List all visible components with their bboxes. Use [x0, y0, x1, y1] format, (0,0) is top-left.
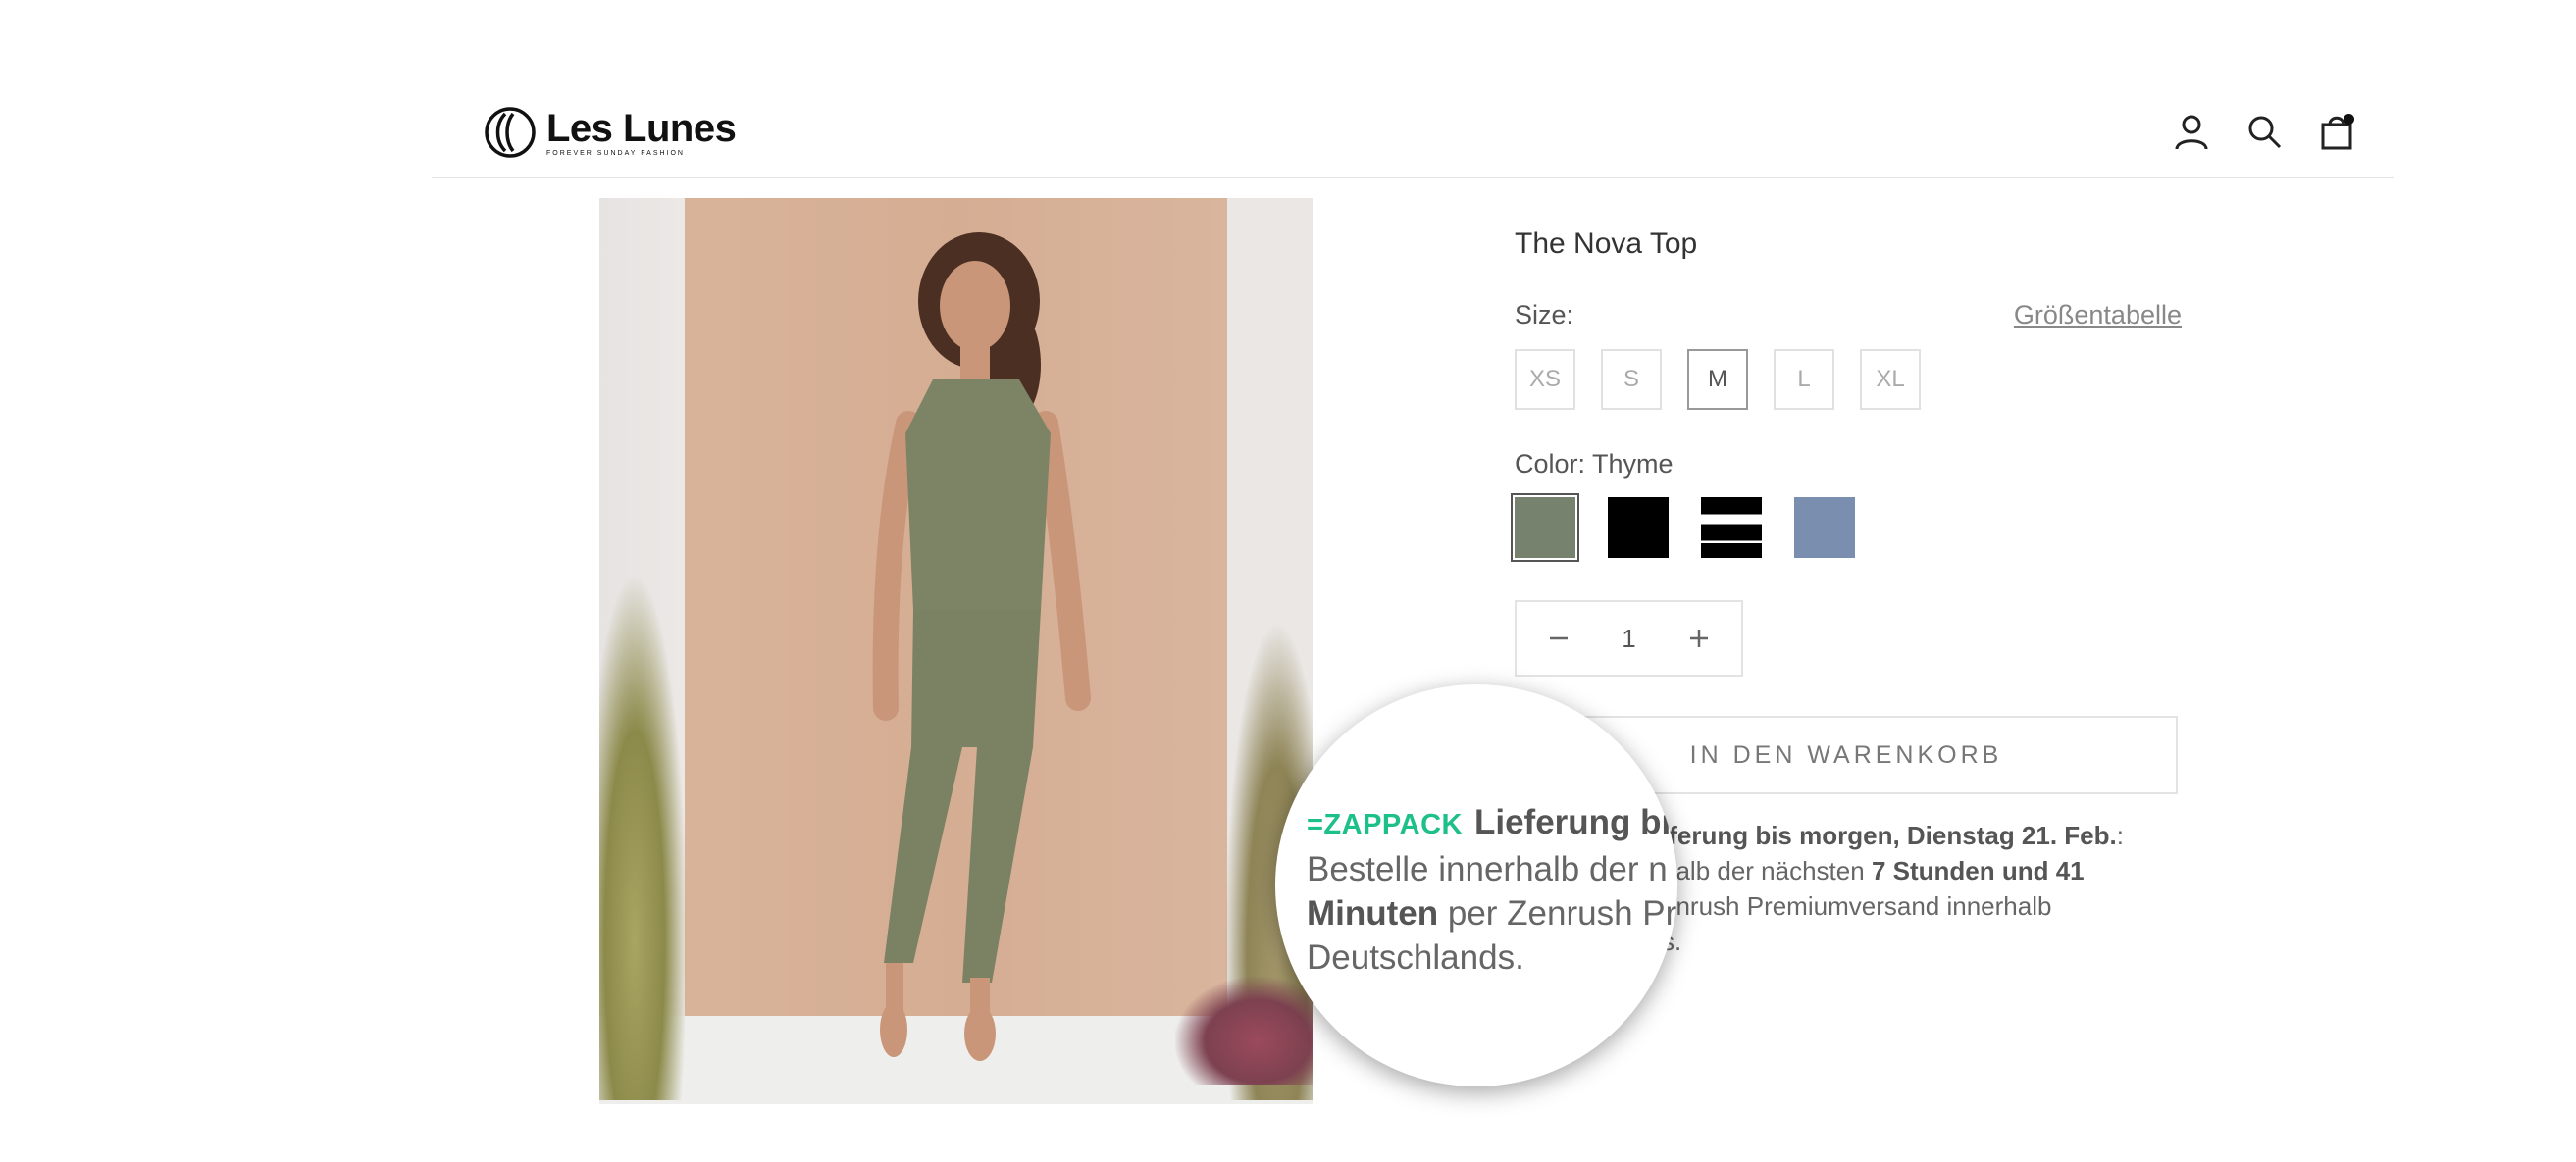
- color-swatches: [1511, 493, 1855, 562]
- site-header: Les Lunes FOREVER SUNDAY FASHION: [432, 98, 2394, 178]
- size-option-xs[interactable]: XS: [1515, 349, 1575, 410]
- size-option-xl[interactable]: XL: [1860, 349, 1921, 410]
- model-figure: [872, 232, 1091, 1061]
- color-swatch-stripe[interactable]: [1701, 497, 1762, 558]
- magnifier-line4: Deutschlands.: [1307, 938, 1524, 977]
- logo[interactable]: Les Lunes FOREVER SUNDAY FASHION: [484, 106, 737, 159]
- color-label: Color: Thyme: [1515, 449, 1674, 479]
- delivery-line3: enrush Premiumversand innerhalb: [1662, 891, 2052, 921]
- zappack-logo: =ZAPPACK: [1307, 809, 1463, 840]
- color-swatch-blue[interactable]: [1794, 497, 1855, 558]
- size-options: XS S M L XL: [1515, 349, 1921, 410]
- product-image[interactable]: [599, 198, 1313, 1104]
- magnifier-lens: =ZAPPACK Lieferung bis Bestelle innerhalb…: [1275, 684, 1677, 1086]
- plus-icon: [1690, 630, 1708, 647]
- size-option-s[interactable]: S: [1601, 349, 1662, 410]
- delivery-line4: s.: [1662, 927, 1682, 956]
- color-swatch-black[interactable]: [1608, 497, 1669, 558]
- color-swatch-thyme[interactable]: [1511, 493, 1579, 562]
- logo-name: Les Lunes: [546, 106, 737, 150]
- delivery-time: 7 Stunden und 41: [1871, 856, 2085, 885]
- logo-mark-icon: [485, 107, 536, 158]
- delivery-colon: :: [2116, 821, 2124, 850]
- account-icon[interactable]: [2172, 112, 2211, 151]
- logo-tagline: FOREVER SUNDAY FASHION: [546, 149, 685, 157]
- size-label: Size:: [1515, 300, 1574, 329]
- increase-quantity-button[interactable]: [1686, 626, 1712, 651]
- magnifier-headline: Lieferung bis: [1473, 803, 1677, 841]
- delivery-line2: halb der nächsten: [1662, 856, 1872, 885]
- magnifier-minutes: Minuten: [1307, 894, 1439, 933]
- size-chart-link[interactable]: Größentabelle: [2014, 300, 2182, 330]
- product-title: The Nova Top: [1515, 227, 1698, 260]
- search-icon[interactable]: [2244, 112, 2284, 151]
- magnifier-line3: per Zenrush Pre: [1438, 894, 1677, 933]
- size-option-m[interactable]: M: [1687, 349, 1748, 410]
- quantity-value[interactable]: 1: [1622, 624, 1635, 654]
- delivery-date: iferung bis morgen, Dienstag 21. Feb.: [1662, 821, 2117, 850]
- size-option-l[interactable]: L: [1774, 349, 1834, 410]
- delivery-info: iferung bis morgen, Dienstag 21. Feb.: h…: [1662, 818, 2191, 959]
- minus-icon: [1550, 636, 1568, 640]
- quantity-stepper: 1: [1515, 600, 1743, 677]
- cart-badge: [2344, 114, 2354, 125]
- cart-icon[interactable]: [2317, 112, 2356, 151]
- decrease-quantity-button[interactable]: [1546, 626, 1571, 651]
- magnifier-line2: Bestelle innerhalb der n: [1307, 850, 1668, 888]
